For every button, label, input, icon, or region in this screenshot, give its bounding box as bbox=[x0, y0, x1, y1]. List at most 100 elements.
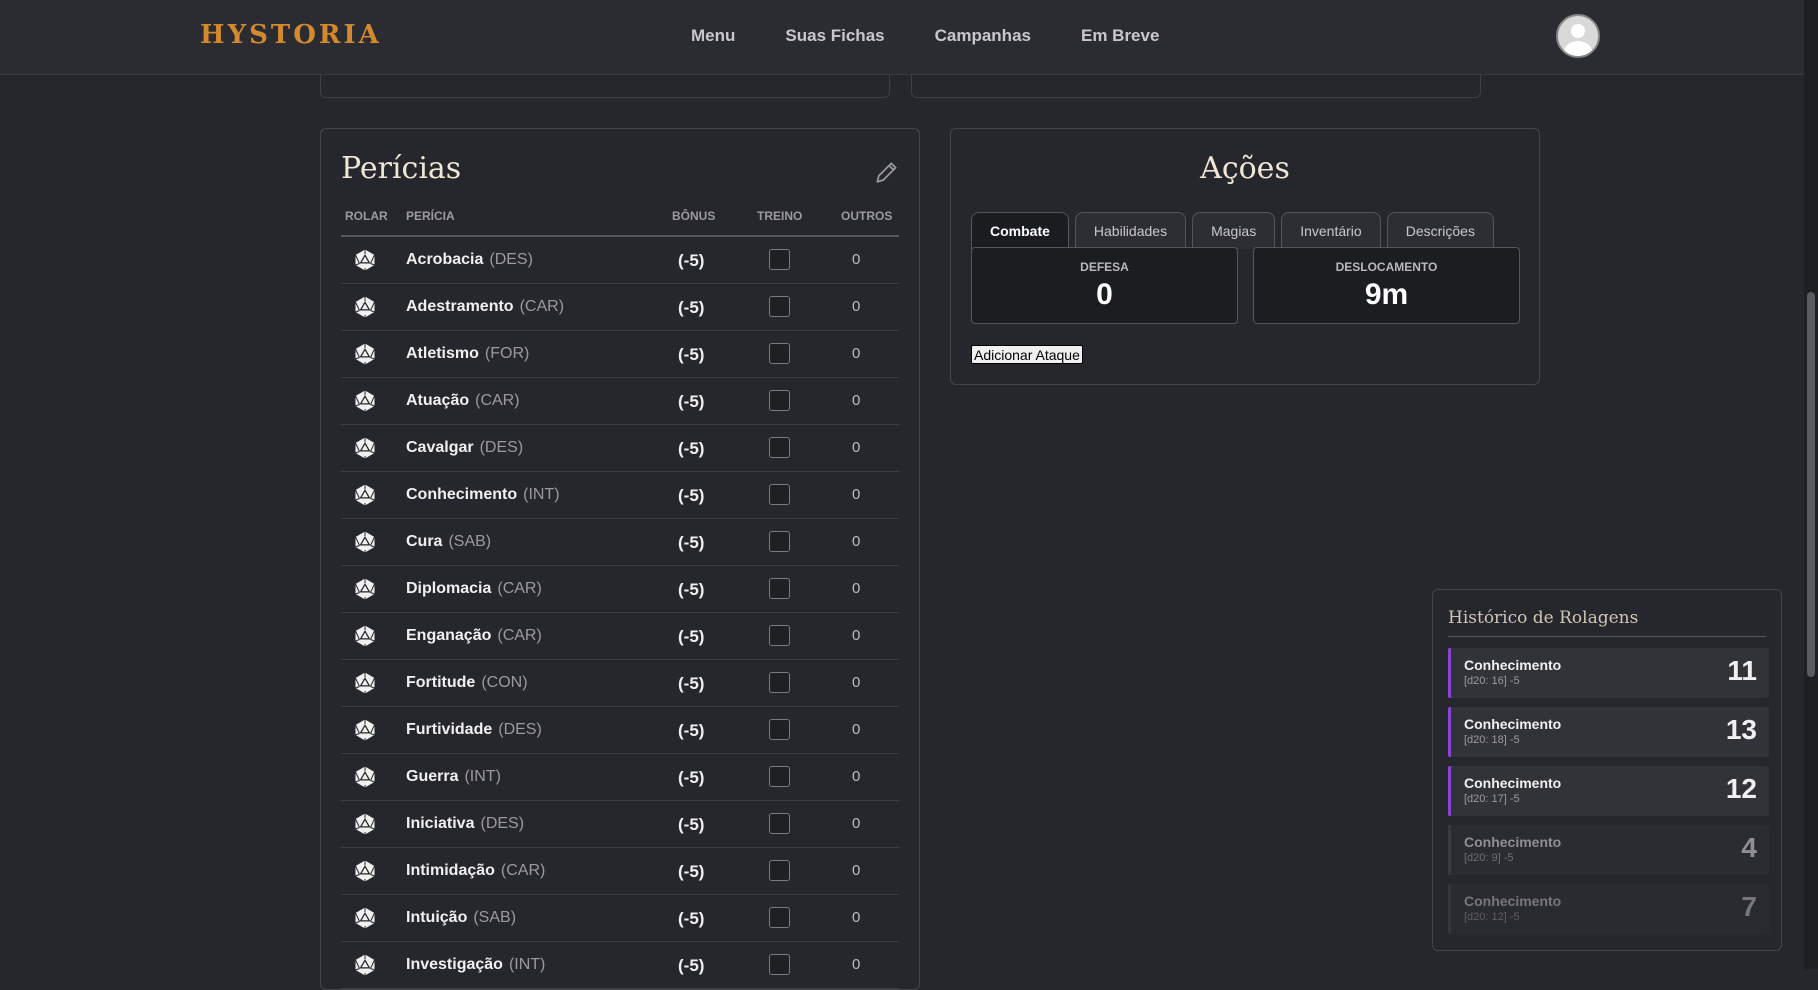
d20-dice-icon[interactable] bbox=[353, 906, 377, 930]
training-checkbox[interactable] bbox=[769, 672, 790, 693]
skill-attribute: (INT) bbox=[508, 956, 546, 973]
skill-outros[interactable]: 0 bbox=[852, 439, 860, 456]
training-checkbox[interactable] bbox=[769, 249, 790, 270]
d20-dice-icon[interactable] bbox=[353, 953, 377, 977]
d20-dice-icon[interactable] bbox=[353, 436, 377, 460]
skill-name[interactable]: Cavalgar (DES) bbox=[406, 439, 523, 457]
training-checkbox[interactable] bbox=[769, 813, 790, 834]
skill-bonus: (-5) bbox=[678, 768, 705, 787]
tab-combate[interactable]: Combate bbox=[971, 212, 1069, 249]
training-checkbox[interactable] bbox=[769, 907, 790, 928]
defesa-box: DEFESA 0 bbox=[971, 247, 1238, 324]
skill-outros[interactable]: 0 bbox=[852, 956, 860, 973]
d20-dice-icon[interactable] bbox=[353, 671, 377, 695]
skill-name[interactable]: Guerra (INT) bbox=[406, 768, 501, 786]
d20-dice-icon[interactable] bbox=[353, 248, 377, 272]
table-row: Iniciativa (DES) (-5) 0 bbox=[341, 801, 899, 848]
history-item-detail: [d20: 16] -5 bbox=[1464, 675, 1520, 687]
skill-bonus: (-5) bbox=[678, 533, 705, 552]
user-avatar-icon[interactable] bbox=[1556, 14, 1600, 58]
skill-outros[interactable]: 0 bbox=[852, 345, 860, 362]
skill-outros[interactable]: 0 bbox=[852, 815, 860, 832]
skill-outros[interactable]: 0 bbox=[852, 721, 860, 738]
skill-name[interactable]: Investigação (INT) bbox=[406, 956, 545, 974]
nav-menu[interactable]: Menu bbox=[691, 26, 735, 46]
training-checkbox[interactable] bbox=[769, 719, 790, 740]
add-attack-button[interactable]: Adicionar Ataque bbox=[971, 345, 1083, 364]
skill-name[interactable]: Acrobacia (DES) bbox=[406, 251, 533, 269]
training-checkbox[interactable] bbox=[769, 954, 790, 975]
skill-outros[interactable]: 0 bbox=[852, 909, 860, 926]
d20-dice-icon[interactable] bbox=[353, 295, 377, 319]
skill-attribute: (SAB) bbox=[448, 533, 492, 550]
d20-dice-icon[interactable] bbox=[353, 718, 377, 742]
skill-bonus: (-5) bbox=[678, 345, 705, 364]
skill-bonus: (-5) bbox=[678, 909, 705, 928]
d20-dice-icon[interactable] bbox=[353, 530, 377, 554]
skill-outros[interactable]: 0 bbox=[852, 580, 860, 597]
tab-descricoes[interactable]: Descrições bbox=[1386, 212, 1494, 249]
scrollbar-thumb[interactable] bbox=[1807, 292, 1815, 677]
skill-name[interactable]: Intuição (SAB) bbox=[406, 909, 516, 927]
skill-bonus: (-5) bbox=[678, 627, 705, 646]
skill-name[interactable]: Iniciativa (DES) bbox=[406, 815, 524, 833]
skill-name[interactable]: Diplomacia (CAR) bbox=[406, 580, 542, 598]
pericias-card: Perícias ROLAR PERÍCIA BÔNUS TREINO OUTR… bbox=[320, 128, 920, 990]
skill-name[interactable]: Adestramento (CAR) bbox=[406, 298, 564, 316]
skill-name[interactable]: Cura (SAB) bbox=[406, 533, 491, 551]
skill-bonus: (-5) bbox=[678, 298, 705, 317]
d20-dice-icon[interactable] bbox=[353, 765, 377, 789]
skill-outros[interactable]: 0 bbox=[852, 486, 860, 503]
history-item-result: 12 bbox=[1725, 773, 1757, 804]
training-checkbox[interactable] bbox=[769, 625, 790, 646]
skill-outros[interactable]: 0 bbox=[852, 298, 860, 315]
d20-dice-icon[interactable] bbox=[353, 483, 377, 507]
skill-name[interactable]: Atuação (CAR) bbox=[406, 392, 520, 410]
training-checkbox[interactable] bbox=[769, 531, 790, 552]
skill-outros[interactable]: 0 bbox=[852, 768, 860, 785]
skill-outros[interactable]: 0 bbox=[852, 674, 860, 691]
training-checkbox[interactable] bbox=[769, 766, 790, 787]
training-checkbox[interactable] bbox=[769, 860, 790, 881]
skill-outros[interactable]: 0 bbox=[852, 862, 860, 879]
training-checkbox[interactable] bbox=[769, 484, 790, 505]
skill-outros[interactable]: 0 bbox=[852, 627, 860, 644]
skill-attribute: (INT) bbox=[523, 486, 560, 503]
table-row: Investigação (INT) (-5) 0 bbox=[341, 942, 899, 989]
skill-name[interactable]: Intimidação (CAR) bbox=[406, 862, 545, 880]
skill-name[interactable]: Fortitude (CON) bbox=[406, 674, 528, 692]
skill-name[interactable]: Enganação (CAR) bbox=[406, 627, 542, 645]
skill-outros[interactable]: 0 bbox=[852, 251, 860, 268]
skill-name[interactable]: Conhecimento (INT) bbox=[406, 486, 560, 504]
d20-dice-icon[interactable] bbox=[353, 812, 377, 836]
table-row: Enganação (CAR) (-5) 0 bbox=[341, 613, 899, 660]
history-item-detail: [d20: 9] -5 bbox=[1464, 852, 1514, 864]
history-item-name: Conhecimento bbox=[1464, 893, 1562, 909]
tab-inventario[interactable]: Inventário bbox=[1281, 212, 1381, 249]
tab-habilidades[interactable]: Habilidades bbox=[1074, 212, 1187, 249]
training-checkbox[interactable] bbox=[769, 390, 790, 411]
training-checkbox[interactable] bbox=[769, 343, 790, 364]
pencil-icon[interactable] bbox=[874, 159, 900, 185]
training-checkbox[interactable] bbox=[769, 296, 790, 317]
training-checkbox[interactable] bbox=[769, 437, 790, 458]
d20-dice-icon[interactable] bbox=[353, 859, 377, 883]
d20-dice-icon[interactable] bbox=[353, 624, 377, 648]
skill-name[interactable]: Atletismo (FOR) bbox=[406, 345, 529, 363]
nav-campanhas[interactable]: Campanhas bbox=[935, 26, 1031, 46]
table-row: Intuição (SAB) (-5) 0 bbox=[341, 895, 899, 942]
skill-attribute: (SAB) bbox=[473, 909, 517, 926]
app-logo[interactable]: HYSTORIA bbox=[200, 20, 382, 50]
skill-name[interactable]: Furtividade (DES) bbox=[406, 721, 542, 739]
nav-suas-fichas[interactable]: Suas Fichas bbox=[785, 26, 884, 46]
skill-outros[interactable]: 0 bbox=[852, 533, 860, 550]
tab-magias[interactable]: Magias bbox=[1192, 212, 1276, 249]
skill-outros[interactable]: 0 bbox=[852, 392, 860, 409]
skill-attribute: (FOR) bbox=[484, 345, 530, 362]
nav-em-breve[interactable]: Em Breve bbox=[1081, 26, 1159, 46]
training-checkbox[interactable] bbox=[769, 578, 790, 599]
d20-dice-icon[interactable] bbox=[353, 577, 377, 601]
d20-dice-icon[interactable] bbox=[353, 389, 377, 413]
d20-dice-icon[interactable] bbox=[353, 342, 377, 366]
page-scrollbar[interactable] bbox=[1804, 0, 1818, 969]
